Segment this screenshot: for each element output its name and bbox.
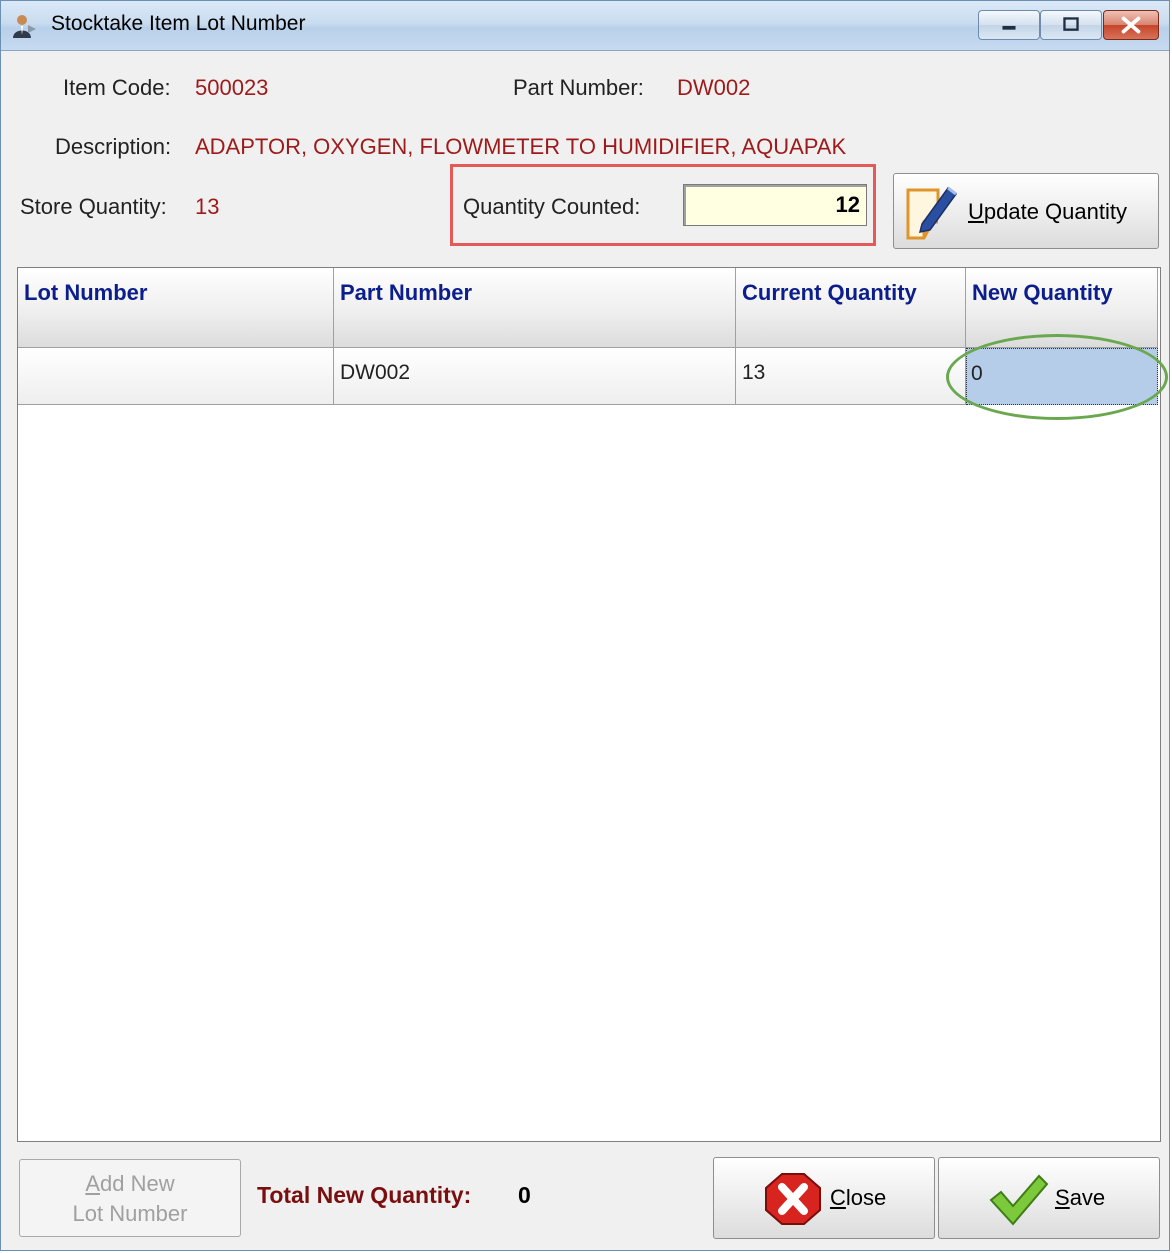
- quantity-counted-input[interactable]: [683, 184, 867, 226]
- item-code-label: Item Code:: [63, 75, 171, 100]
- minimize-button[interactable]: [978, 10, 1040, 40]
- user-icon: [13, 15, 36, 38]
- add-button-line1: Add New: [85, 1171, 175, 1196]
- close-icon: [1121, 16, 1141, 34]
- column-header-new-quantity[interactable]: New Quantity: [966, 268, 1158, 348]
- checkmark-icon: [989, 1174, 1049, 1226]
- maximize-icon: [1063, 17, 1079, 31]
- description-label: Description:: [55, 134, 172, 159]
- save-button[interactable]: Save: [938, 1157, 1160, 1239]
- update-quantity-button[interactable]: Update Quantity: [893, 173, 1159, 249]
- cell-new-quantity[interactable]: 0: [966, 348, 1158, 405]
- cell-part-number[interactable]: DW002: [334, 348, 736, 405]
- total-new-quantity-label: Total New Quantity:: [257, 1182, 472, 1208]
- close-label: Close: [830, 1185, 887, 1210]
- window-title: Stocktake Item Lot Number: [51, 12, 306, 35]
- maximize-button[interactable]: [1040, 10, 1102, 40]
- add-button-line2: Lot Number: [72, 1201, 188, 1226]
- close-circle-icon: [765, 1173, 821, 1225]
- store-quantity-label: Store Quantity:: [20, 194, 167, 219]
- column-header-lot-number[interactable]: Lot Number: [18, 268, 334, 348]
- lot-number-grid[interactable]: Lot Number Part Number Current Quantity …: [17, 267, 1161, 1142]
- title-bar[interactable]: Stocktake Item Lot Number: [1, 1, 1169, 51]
- window-close-button[interactable]: [1103, 10, 1159, 40]
- stocktake-lot-window: Stocktake Item Lot Number Item Code: 500…: [0, 0, 1170, 1251]
- column-header-part-number[interactable]: Part Number: [334, 268, 736, 348]
- total-new-quantity-value: 0: [518, 1182, 531, 1208]
- cell-lot-number[interactable]: [18, 348, 334, 405]
- add-new-lot-number-button[interactable]: Add New Lot Number: [19, 1159, 241, 1237]
- quantity-counted-label: Quantity Counted:: [463, 194, 641, 219]
- cell-current-quantity[interactable]: 13: [736, 348, 966, 405]
- edit-note-icon: [906, 186, 958, 240]
- minimize-icon: [1002, 25, 1016, 30]
- close-button[interactable]: Close: [713, 1157, 935, 1239]
- part-number-value: DW002: [677, 75, 751, 100]
- update-quantity-label: Update Quantity: [968, 199, 1127, 224]
- column-header-current-quantity[interactable]: Current Quantity: [736, 268, 966, 348]
- item-code-value: 500023: [195, 75, 269, 100]
- description-value: ADAPTOR, OXYGEN, FLOWMETER TO HUMIDIFIER…: [195, 134, 847, 159]
- store-quantity-value: 13: [195, 194, 220, 219]
- save-label: Save: [1055, 1185, 1106, 1210]
- part-number-label: Part Number:: [513, 75, 644, 100]
